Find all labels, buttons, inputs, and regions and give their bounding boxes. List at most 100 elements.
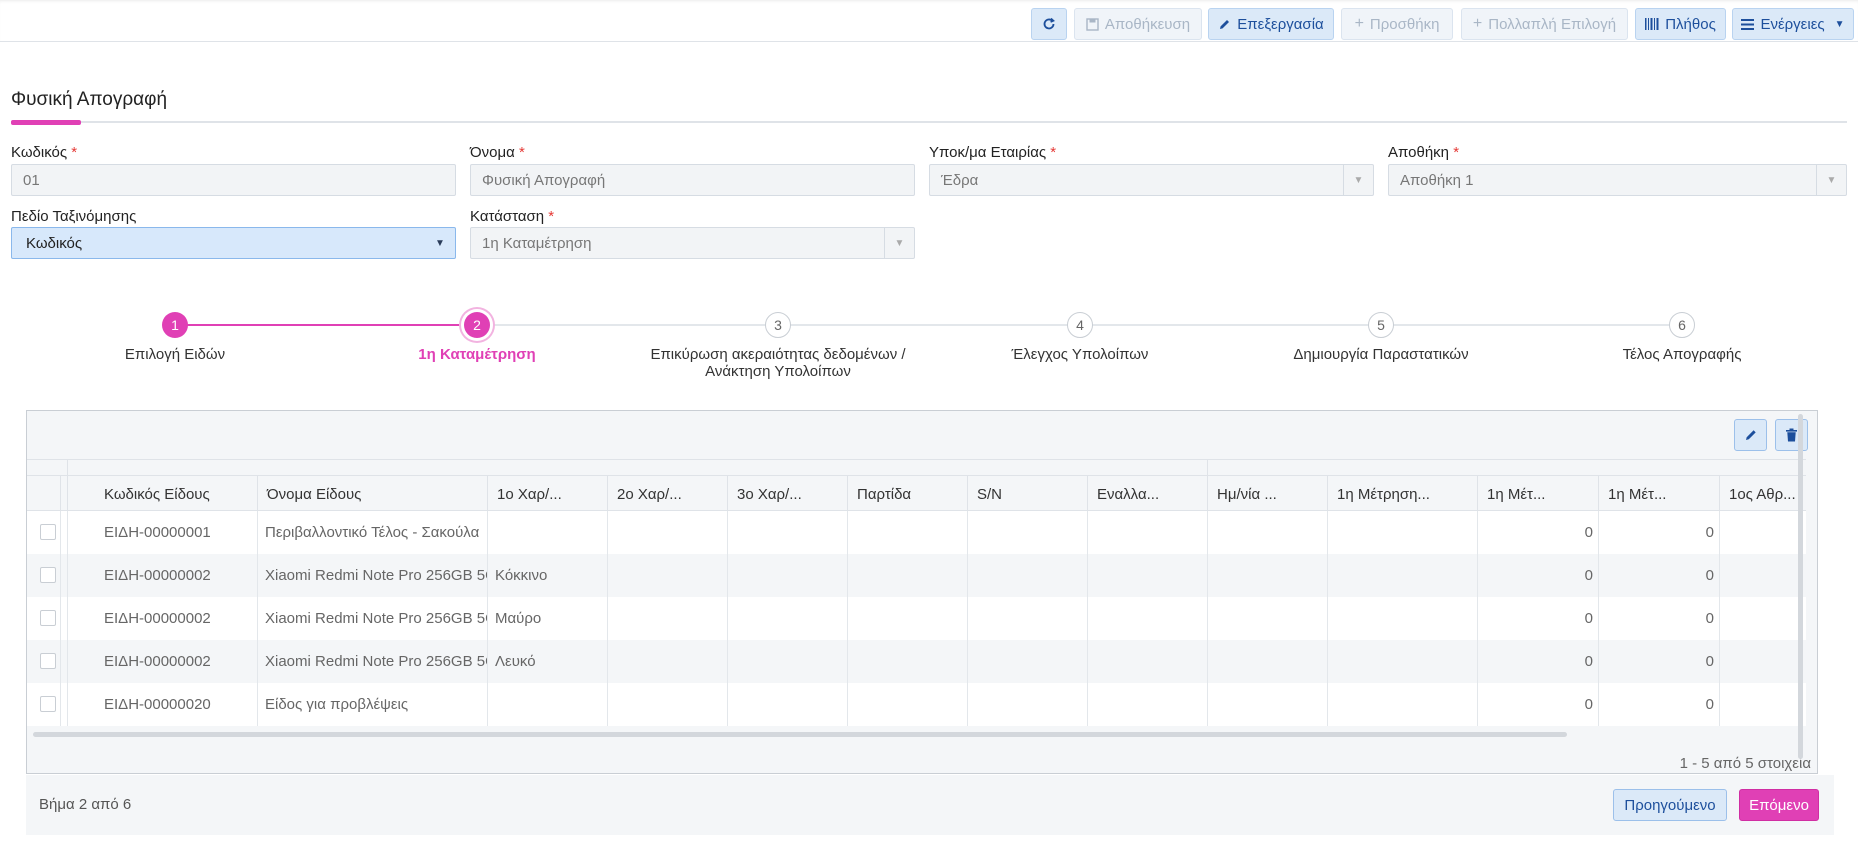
- row-checkbox[interactable]: [40, 567, 56, 583]
- column-header[interactable]: Εναλλα...: [1087, 476, 1207, 512]
- cell-empty[interactable]: [1327, 511, 1477, 554]
- cell-empty[interactable]: [1719, 597, 1806, 640]
- cell-char1[interactable]: Κόκκινο: [487, 554, 607, 597]
- column-header[interactable]: Ημ/νία ...: [1207, 476, 1327, 512]
- step-1-circle[interactable]: 1: [162, 312, 188, 338]
- cell-empty[interactable]: [607, 554, 727, 597]
- cell-code[interactable]: ΕΙΔΗ-00000020: [67, 683, 257, 726]
- actions-button[interactable]: Ενέργειες ▼: [1732, 8, 1854, 40]
- refresh-button[interactable]: [1031, 8, 1067, 40]
- cell-name[interactable]: Περιβαλλοντικό Τέλος - Σακούλα: [257, 511, 487, 554]
- cell-empty[interactable]: [847, 511, 967, 554]
- multi-select-button[interactable]: + Πολλαπλή Επιλογή: [1461, 8, 1628, 40]
- cell-empty[interactable]: [967, 597, 1087, 640]
- row-checkbox[interactable]: [40, 653, 56, 669]
- cell-empty[interactable]: [1327, 554, 1477, 597]
- cell-name[interactable]: Είδος για προβλέψεις: [257, 683, 487, 726]
- table-row[interactable]: ΕΙΔΗ-00000001 Περιβαλλοντικό Τέλος - Σακο…: [27, 511, 1806, 554]
- cell-name[interactable]: Xiaomi Redmi Note Pro 256GB 5G: [257, 597, 487, 640]
- cell-empty[interactable]: [1327, 597, 1477, 640]
- column-header[interactable]: 1ο Χαρ/...: [487, 476, 607, 512]
- cell-empty[interactable]: [727, 554, 847, 597]
- step-6-circle[interactable]: 6: [1669, 312, 1695, 338]
- sort-field-select[interactable]: Κωδικός ▼: [11, 227, 456, 259]
- cell-name[interactable]: Xiaomi Redmi Note Pro 256GB 5G: [257, 554, 487, 597]
- cell-m1[interactable]: 0: [1477, 683, 1598, 726]
- next-button[interactable]: Επόμενο: [1739, 789, 1819, 821]
- previous-button[interactable]: Προηγούμενο: [1613, 789, 1727, 821]
- table-row[interactable]: ΕΙΔΗ-00000002 Xiaomi Redmi Note Pro 256GB…: [27, 640, 1806, 683]
- cell-empty[interactable]: [1087, 597, 1207, 640]
- cell-m1[interactable]: 0: [1477, 640, 1598, 683]
- cell-empty[interactable]: [607, 511, 727, 554]
- cell-empty[interactable]: [1087, 511, 1207, 554]
- cell-empty[interactable]: [607, 597, 727, 640]
- edit-button[interactable]: Επεξεργασία: [1208, 8, 1334, 40]
- grid-edit-button[interactable]: [1734, 419, 1767, 451]
- cell-empty[interactable]: [1207, 597, 1327, 640]
- name-field[interactable]: Φυσική Απογραφή: [470, 164, 915, 196]
- column-header[interactable]: 3ο Χαρ/...: [727, 476, 847, 512]
- code-field[interactable]: 01: [11, 164, 456, 196]
- cell-empty[interactable]: [1327, 640, 1477, 683]
- column-header[interactable]: 1η Μέτ...: [1477, 476, 1598, 512]
- warehouse-select[interactable]: Αποθήκη 1 ▼: [1388, 164, 1847, 196]
- cell-empty[interactable]: [1207, 640, 1327, 683]
- step-3-circle[interactable]: 3: [765, 312, 791, 338]
- cell-code[interactable]: ΕΙΔΗ-00000002: [67, 640, 257, 683]
- grid-delete-button[interactable]: [1775, 419, 1808, 451]
- cell-empty[interactable]: [1207, 554, 1327, 597]
- column-header[interactable]: 1η Μέτρηση...: [1327, 476, 1477, 512]
- cell-empty[interactable]: [967, 554, 1087, 597]
- row-checkbox[interactable]: [40, 524, 56, 540]
- cell-char1[interactable]: [487, 511, 607, 554]
- cell-empty[interactable]: [967, 683, 1087, 726]
- step-5-circle[interactable]: 5: [1368, 312, 1394, 338]
- cell-empty[interactable]: [847, 640, 967, 683]
- column-header[interactable]: Κωδικός Είδους: [67, 476, 257, 512]
- cell-empty[interactable]: [967, 511, 1087, 554]
- cell-code[interactable]: ΕΙΔΗ-00000002: [67, 554, 257, 597]
- column-header[interactable]: 1η Μέτ...: [1598, 476, 1719, 512]
- cell-m2[interactable]: 0: [1598, 683, 1719, 726]
- save-button[interactable]: Αποθήκευση: [1074, 8, 1202, 40]
- cell-empty[interactable]: [727, 683, 847, 726]
- cell-m2[interactable]: 0: [1598, 597, 1719, 640]
- cell-char1[interactable]: Μαύρο: [487, 597, 607, 640]
- cell-empty[interactable]: [1207, 683, 1327, 726]
- column-header[interactable]: S/N: [967, 476, 1087, 512]
- cell-empty[interactable]: [727, 511, 847, 554]
- row-checkbox[interactable]: [40, 610, 56, 626]
- step-4-circle[interactable]: 4: [1067, 312, 1093, 338]
- cell-empty[interactable]: [727, 640, 847, 683]
- cell-empty[interactable]: [1087, 640, 1207, 683]
- cell-m2[interactable]: 0: [1598, 511, 1719, 554]
- cell-m2[interactable]: 0: [1598, 554, 1719, 597]
- step-2-circle[interactable]: 2: [464, 312, 490, 338]
- table-row[interactable]: ΕΙΔΗ-00000020 Είδος για προβλέψεις 0 0: [27, 683, 1806, 726]
- row-checkbox[interactable]: [40, 696, 56, 712]
- cell-m1[interactable]: 0: [1477, 511, 1598, 554]
- cell-empty[interactable]: [727, 597, 847, 640]
- column-header[interactable]: 2ο Χαρ/...: [607, 476, 727, 512]
- horizontal-scrollbar[interactable]: [33, 732, 1567, 737]
- cell-empty[interactable]: [1327, 683, 1477, 726]
- cell-char1[interactable]: Λευκό: [487, 640, 607, 683]
- status-select[interactable]: 1η Καταμέτρηση ▼: [470, 227, 915, 259]
- cell-empty[interactable]: [1087, 554, 1207, 597]
- column-header[interactable]: 1ος Αθρ...: [1719, 476, 1806, 512]
- table-row[interactable]: ΕΙΔΗ-00000002 Xiaomi Redmi Note Pro 256GB…: [27, 597, 1806, 640]
- cell-m1[interactable]: 0: [1477, 597, 1598, 640]
- branch-select[interactable]: Έδρα ▼: [929, 164, 1374, 196]
- cell-empty[interactable]: [1087, 683, 1207, 726]
- cell-empty[interactable]: [607, 640, 727, 683]
- cell-empty[interactable]: [1207, 511, 1327, 554]
- cell-m2[interactable]: 0: [1598, 640, 1719, 683]
- cell-empty[interactable]: [847, 683, 967, 726]
- cell-char1[interactable]: [487, 683, 607, 726]
- cell-empty[interactable]: [847, 554, 967, 597]
- cell-name[interactable]: Xiaomi Redmi Note Pro 256GB 5G: [257, 640, 487, 683]
- cell-empty[interactable]: [847, 597, 967, 640]
- cell-empty[interactable]: [1719, 640, 1806, 683]
- table-row[interactable]: ΕΙΔΗ-00000002 Xiaomi Redmi Note Pro 256GB…: [27, 554, 1806, 597]
